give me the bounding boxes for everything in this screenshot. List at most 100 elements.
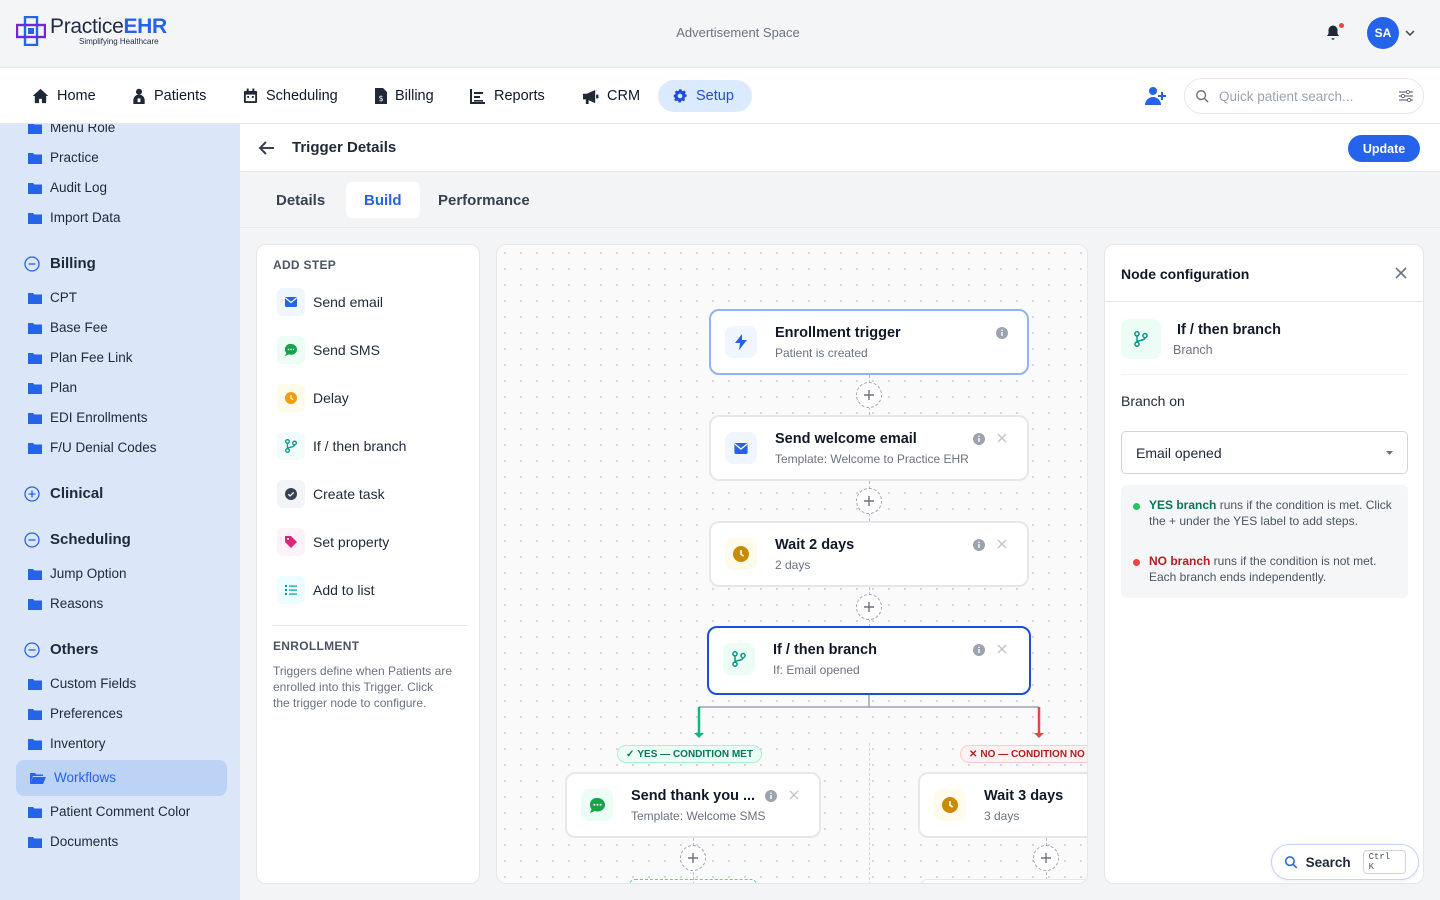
sidebar-item-base-fee[interactable]: Base Fee bbox=[28, 320, 108, 335]
sidebar-item-documents[interactable]: Documents bbox=[28, 834, 118, 849]
expand-plus-icon bbox=[24, 485, 40, 502]
nav-crm[interactable]: CRM bbox=[568, 80, 654, 112]
step-label: Create task bbox=[313, 486, 385, 502]
folder-icon bbox=[28, 598, 42, 610]
sidebar-section-scheduling[interactable]: Scheduling bbox=[24, 531, 131, 548]
sidebar-item-reasons[interactable]: Reasons bbox=[28, 596, 103, 611]
nav-patients[interactable]: Patients bbox=[118, 80, 220, 112]
node-enrollment-trigger[interactable]: Enrollment trigger Patient is created bbox=[709, 309, 1029, 375]
floating-search-label: Search bbox=[1305, 854, 1351, 870]
setup-sidebar: Menu Role Practice Audit Log Import Data… bbox=[0, 124, 240, 900]
config-node-title: If / then branch bbox=[1177, 322, 1281, 338]
tab-details[interactable]: Details bbox=[258, 182, 343, 218]
add-patient-icon[interactable] bbox=[1145, 86, 1167, 106]
node-send-welcome-email[interactable]: Send welcome email Template: Welcome to … bbox=[709, 415, 1029, 481]
quick-patient-search[interactable] bbox=[1184, 78, 1424, 114]
sidebar-item-plan[interactable]: Plan bbox=[28, 380, 77, 395]
sidebar-item-jump-option[interactable]: Jump Option bbox=[28, 566, 127, 581]
folder-icon bbox=[28, 442, 42, 454]
sidebar-item-plan-fee-link[interactable]: Plan Fee Link bbox=[28, 350, 133, 365]
sidebar-item-workflows[interactable]: Workflows bbox=[16, 760, 227, 796]
close-icon[interactable] bbox=[997, 539, 1007, 549]
step-send-sms[interactable]: Send SMS bbox=[277, 336, 380, 364]
workflow-canvas[interactable]: Enrollment trigger Patient is created Se… bbox=[496, 244, 1088, 884]
floating-search-button[interactable]: Search Ctrl K bbox=[1271, 844, 1419, 880]
node-title: If / then branch bbox=[773, 642, 877, 658]
node-if-then-branch[interactable]: If / then branch If: Email opened bbox=[707, 626, 1031, 695]
close-icon[interactable] bbox=[997, 433, 1007, 443]
step-add-to-list[interactable]: Add to list bbox=[277, 576, 374, 604]
nav-label: Billing bbox=[395, 88, 434, 104]
branch-on-select[interactable]: Email opened bbox=[1121, 431, 1408, 474]
info-icon[interactable] bbox=[973, 539, 985, 551]
info-icon[interactable] bbox=[973, 433, 985, 445]
close-icon[interactable] bbox=[997, 644, 1007, 654]
add-step-plus[interactable] bbox=[680, 845, 706, 871]
sidebar-item-edi-enrollments[interactable]: EDI Enrollments bbox=[28, 410, 148, 425]
mail-icon bbox=[285, 297, 297, 307]
add-step-plus[interactable] bbox=[1033, 845, 1059, 871]
step-delay[interactable]: Delay bbox=[277, 384, 349, 412]
back-arrow-icon[interactable] bbox=[258, 139, 276, 157]
add-step-plus[interactable] bbox=[856, 594, 882, 620]
close-icon[interactable] bbox=[1395, 267, 1407, 279]
sidebar-item-menu-role[interactable]: Menu Role bbox=[28, 124, 115, 135]
no-branch-text: NO — CONDITION NO bbox=[980, 748, 1085, 760]
nav-scheduling[interactable]: Scheduling bbox=[229, 80, 352, 112]
branch-icon bbox=[285, 439, 297, 453]
nav-label: CRM bbox=[607, 88, 641, 104]
nav-label: Home bbox=[57, 88, 96, 104]
close-icon[interactable] bbox=[789, 790, 799, 800]
nav-billing[interactable]: $ Billing bbox=[361, 80, 448, 112]
search-input[interactable] bbox=[1219, 88, 1399, 104]
svg-text:$: $ bbox=[378, 94, 383, 103]
info-icon[interactable] bbox=[973, 644, 985, 656]
avatar[interactable]: SA bbox=[1367, 17, 1399, 49]
sidebar-item-import-data[interactable]: Import Data bbox=[28, 210, 121, 225]
sidebar-item-label: Plan Fee Link bbox=[50, 350, 133, 365]
sidebar-section-clinical[interactable]: Clinical bbox=[24, 485, 103, 502]
nav-reports[interactable]: Reports bbox=[456, 80, 559, 112]
sidebar-item-cpt[interactable]: CPT bbox=[28, 290, 77, 305]
chat-icon bbox=[285, 344, 297, 356]
nav-home[interactable]: Home bbox=[18, 80, 110, 112]
tab-performance[interactable]: Performance bbox=[420, 182, 548, 218]
step-send-email[interactable]: Send email bbox=[277, 288, 383, 316]
step-if-then-branch[interactable]: If / then branch bbox=[277, 432, 406, 460]
sidebar-item-label: CPT bbox=[50, 290, 77, 305]
node-title: Send thank you ... bbox=[631, 788, 756, 804]
info-icon[interactable] bbox=[765, 790, 777, 802]
chevron-down-icon[interactable] bbox=[1405, 29, 1415, 37]
sidebar-section-billing[interactable]: Billing bbox=[24, 255, 96, 272]
step-set-property[interactable]: Set property bbox=[277, 528, 389, 556]
plus-icon bbox=[864, 390, 874, 400]
node-send-thank-you[interactable]: Send thank you ... Template: Welcome SMS bbox=[565, 772, 821, 838]
node-wait-3-days[interactable]: Wait 3 days 3 days bbox=[918, 772, 1087, 838]
node-wait-2-days[interactable]: Wait 2 days 2 days bbox=[709, 521, 1029, 587]
sidebar-item-practice[interactable]: Practice bbox=[28, 150, 99, 165]
sidebar-item-custom-fields[interactable]: Custom Fields bbox=[28, 676, 136, 691]
megaphone-icon bbox=[583, 89, 599, 104]
config-node-icon bbox=[1121, 319, 1161, 359]
sidebar-item-patient-comment-color[interactable]: Patient Comment Color bbox=[28, 804, 190, 819]
sidebar-item-preferences[interactable]: Preferences bbox=[28, 706, 123, 721]
drop-zone[interactable] bbox=[629, 879, 757, 883]
sidebar-item-audit-log[interactable]: Audit Log bbox=[28, 180, 107, 195]
notification-bell-icon[interactable] bbox=[1324, 23, 1344, 42]
next-node-partial[interactable] bbox=[921, 879, 1087, 883]
sidebar-item-inventory[interactable]: Inventory bbox=[28, 736, 106, 751]
nav-setup[interactable]: Setup bbox=[658, 80, 752, 112]
step-create-task[interactable]: Create task bbox=[277, 480, 385, 508]
tab-build[interactable]: Build bbox=[346, 182, 420, 218]
folder-icon bbox=[28, 322, 42, 334]
divider bbox=[1105, 301, 1423, 302]
sidebar-section-others[interactable]: Others bbox=[24, 641, 98, 658]
add-step-plus[interactable] bbox=[856, 488, 882, 514]
add-step-plus[interactable] bbox=[856, 382, 882, 408]
filter-sliders-icon[interactable] bbox=[1399, 90, 1413, 102]
branch-icon bbox=[732, 651, 746, 667]
info-icon[interactable] bbox=[996, 327, 1008, 339]
update-button[interactable]: Update bbox=[1348, 135, 1420, 162]
sidebar-item-fu-denial-codes[interactable]: F/U Denial Codes bbox=[28, 440, 157, 455]
billing-icon: $ bbox=[375, 88, 387, 104]
